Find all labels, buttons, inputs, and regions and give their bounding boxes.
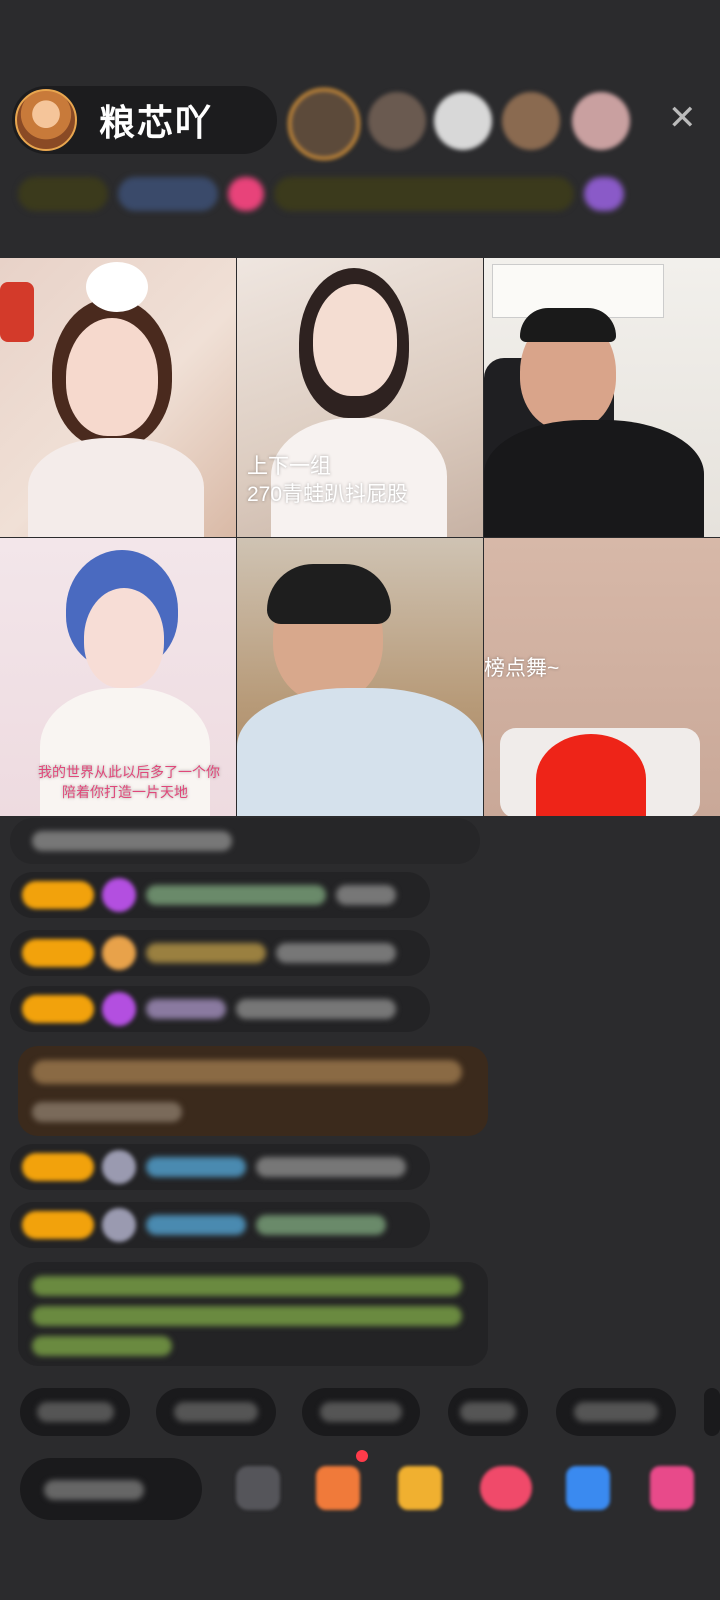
chat-input[interactable] [20, 1458, 202, 1520]
streamer-tile-1[interactable] [0, 258, 236, 537]
game-icon[interactable] [566, 1466, 610, 1510]
more-apps-icon[interactable] [650, 1466, 694, 1510]
blurred-ticker[interactable] [274, 177, 574, 211]
highlight-message[interactable] [18, 1046, 488, 1136]
streamer-tile-2[interactable]: 上下一组 270青蛙趴抖屁股 [237, 258, 483, 537]
host-name: 粮芯吖 [99, 102, 214, 143]
chat-message[interactable] [10, 872, 430, 918]
host-avatar[interactable] [15, 89, 77, 151]
tile-caption-line1: 我的世界从此以后多了一个你 [38, 764, 220, 780]
notification-dot [356, 1450, 368, 1462]
chat-message[interactable] [10, 1202, 430, 1248]
rabbit-ears-sticker [86, 262, 148, 312]
host-info-pill[interactable]: 粮芯吖 [12, 86, 277, 154]
viewer-avatar[interactable] [502, 92, 560, 150]
quick-reply-chip[interactable] [556, 1388, 676, 1436]
quick-reply-chip[interactable] [704, 1388, 720, 1436]
close-icon[interactable]: ✕ [668, 98, 697, 138]
info-bar [18, 170, 704, 218]
tile-caption-line2: 270青蛙趴抖屁股 [247, 483, 409, 506]
quick-reply-chip[interactable] [156, 1388, 276, 1436]
viewer-avatar[interactable] [368, 92, 426, 150]
red-object [536, 734, 646, 816]
quick-reply-chip[interactable] [20, 1388, 130, 1436]
quick-reply-chip[interactable] [448, 1388, 528, 1436]
more-icon[interactable] [584, 177, 624, 211]
tile-caption: 榜点舞~ [484, 657, 560, 680]
quick-reply-chip[interactable] [302, 1388, 420, 1436]
streamer-tile-5[interactable] [237, 538, 483, 816]
streamer-tile-6[interactable]: 榜点舞~ [484, 538, 720, 816]
streamer-tile-3[interactable] [484, 258, 720, 537]
tile-caption-line2: 陪着你打造一片天地 [62, 784, 188, 800]
gift-icon[interactable] [228, 177, 264, 211]
blurred-chip[interactable] [118, 177, 218, 211]
top-viewer-avatar[interactable] [288, 88, 360, 160]
chat-message[interactable] [10, 818, 480, 864]
emoji-icon[interactable] [236, 1466, 280, 1510]
mascot-sticker [0, 282, 34, 342]
blurred-chip[interactable] [18, 177, 108, 211]
chat-message[interactable] [10, 1144, 430, 1190]
viewer-avatar[interactable] [572, 92, 630, 150]
tile-caption-line1: 上下一组 [247, 455, 331, 478]
video-grid: 上下一组 270青蛙趴抖屁股 我的世界从此以后多了一个你 陪着你打造一片天地 榜… [0, 258, 720, 816]
gift-box-icon[interactable] [316, 1466, 360, 1510]
chat-message[interactable] [10, 986, 430, 1032]
system-message [18, 1262, 488, 1366]
gift-icon[interactable] [398, 1466, 442, 1510]
heart-icon[interactable] [480, 1466, 532, 1510]
viewer-avatar[interactable] [434, 92, 492, 150]
streamer-tile-4[interactable]: 我的世界从此以后多了一个你 陪着你打造一片天地 [0, 538, 236, 816]
chat-message[interactable] [10, 930, 430, 976]
